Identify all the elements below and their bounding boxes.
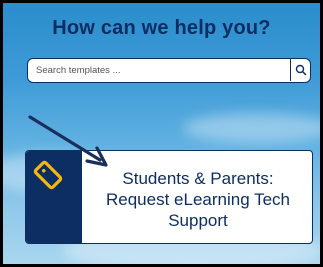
pointer-arrow xyxy=(28,115,108,167)
